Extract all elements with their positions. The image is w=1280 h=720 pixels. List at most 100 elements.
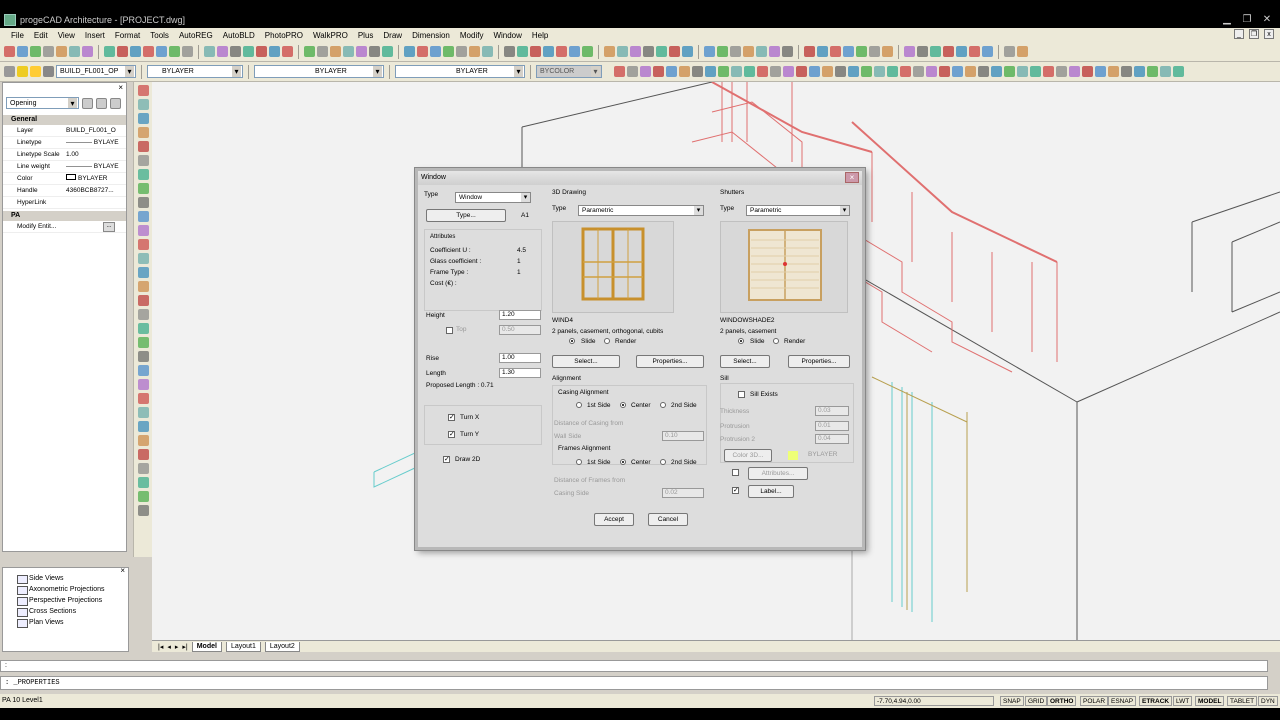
- menu-edit[interactable]: Edit: [29, 31, 53, 40]
- toolbar-tool-icon[interactable]: [82, 46, 93, 57]
- toolbar-tool-icon[interactable]: [614, 66, 625, 77]
- toolbar-tool-icon[interactable]: [669, 46, 680, 57]
- toggle-ortho[interactable]: ORTHO: [1047, 696, 1077, 706]
- prop-value[interactable]: BYLAYER: [63, 173, 126, 184]
- shutters-slide-radio[interactable]: [738, 338, 744, 344]
- toolbar-tool-icon[interactable]: [952, 66, 963, 77]
- toolbar-tool-icon[interactable]: [204, 46, 215, 57]
- draw-tool-icon[interactable]: [138, 225, 149, 236]
- toolbar-tool-icon[interactable]: [1030, 66, 1041, 77]
- wall-side-input[interactable]: 0.10: [662, 431, 704, 441]
- turn-y-checkbox[interactable]: ✓: [448, 431, 455, 438]
- toolbar-tool-icon[interactable]: [882, 46, 893, 57]
- toolbar-tool-icon[interactable]: [604, 46, 615, 57]
- toolbar-tool-icon[interactable]: [1173, 66, 1184, 77]
- toolbar-tool-icon[interactable]: [809, 66, 820, 77]
- label-button[interactable]: Label...: [748, 485, 794, 498]
- menu-photopro[interactable]: PhotoPRO: [260, 31, 308, 40]
- draw-tool-icon[interactable]: [138, 267, 149, 278]
- toolbar-tool-icon[interactable]: [856, 46, 867, 57]
- draw-tool-icon[interactable]: [138, 99, 149, 110]
- toggle-pickadd-icon[interactable]: [82, 97, 93, 109]
- menu-plus[interactable]: Plus: [353, 31, 379, 40]
- doc-minimize-icon[interactable]: _: [1234, 29, 1244, 39]
- lineweight-select[interactable]: BYLAYER: [395, 65, 525, 78]
- drawing3d-slide-radio[interactable]: [569, 338, 575, 344]
- toolbar-tool-icon[interactable]: [643, 46, 654, 57]
- toolbar-tool-icon[interactable]: [69, 46, 80, 57]
- toolbar-tool-icon[interactable]: [679, 66, 690, 77]
- toolbar-tool-icon[interactable]: [796, 66, 807, 77]
- cancel-button[interactable]: Cancel: [648, 513, 688, 526]
- menu-tools[interactable]: Tools: [145, 31, 174, 40]
- draw-tool-icon[interactable]: [138, 505, 149, 516]
- draw-tool-icon[interactable]: [138, 491, 149, 502]
- sill-exists-checkbox[interactable]: [738, 391, 745, 398]
- toolbar-tool-icon[interactable]: [417, 46, 428, 57]
- toolbar-tool-icon[interactable]: [143, 46, 154, 57]
- menu-modify[interactable]: Modify: [455, 31, 489, 40]
- toolbar-tool-icon[interactable]: [343, 46, 354, 57]
- toolbar-tool-icon[interactable]: [704, 46, 715, 57]
- color-select[interactable]: BYLAYER: [147, 65, 243, 78]
- draw-tool-icon[interactable]: [138, 323, 149, 334]
- layer-select[interactable]: BUILD_FL001_OP: [56, 65, 136, 78]
- label-checkbox[interactable]: ✓: [732, 487, 739, 494]
- casing-1st-radio[interactable]: [576, 402, 582, 408]
- draw-tool-icon[interactable]: [138, 141, 149, 152]
- toolbar-tool-icon[interactable]: [1004, 66, 1015, 77]
- toolbar-tool-icon[interactable]: [304, 46, 315, 57]
- general-header[interactable]: General: [3, 115, 126, 125]
- toolbar-tool-icon[interactable]: [913, 66, 924, 77]
- menu-file[interactable]: File: [6, 31, 29, 40]
- toolbar-tool-icon[interactable]: [782, 46, 793, 57]
- layer-manager-icon[interactable]: [4, 66, 15, 77]
- toolbar-tool-icon[interactable]: [1017, 46, 1028, 57]
- toolbar-tool-icon[interactable]: [104, 46, 115, 57]
- tree-item-axonometric[interactable]: Axonometric Projections: [3, 584, 128, 595]
- doc-close-icon[interactable]: x: [1264, 29, 1274, 39]
- close-icon[interactable]: ×: [118, 83, 123, 92]
- toolbar-tool-icon[interactable]: [1108, 66, 1119, 77]
- toolbar-tool-icon[interactable]: [1147, 66, 1158, 77]
- menu-dimension[interactable]: Dimension: [407, 31, 455, 40]
- top-checkbox[interactable]: [446, 327, 453, 334]
- tab-prev-icon[interactable]: ◂: [167, 643, 171, 651]
- toolbar-tool-icon[interactable]: [991, 66, 1002, 77]
- toolbar-tool-icon[interactable]: [482, 46, 493, 57]
- shutters-type-select[interactable]: Parametric: [746, 205, 850, 216]
- toggle-model[interactable]: MODEL: [1195, 696, 1225, 706]
- menu-autoreg[interactable]: AutoREG: [174, 31, 218, 40]
- toolbar-tool-icon[interactable]: [1056, 66, 1067, 77]
- toolbar-tool-icon[interactable]: [382, 46, 393, 57]
- plotstyle-select[interactable]: BYCOLOR: [536, 65, 602, 78]
- menu-window[interactable]: Window: [488, 31, 526, 40]
- toolbar-tool-icon[interactable]: [1043, 66, 1054, 77]
- toolbar-tool-icon[interactable]: [117, 46, 128, 57]
- menu-view[interactable]: View: [53, 31, 80, 40]
- menu-walkpro[interactable]: WalkPRO: [308, 31, 353, 40]
- toolbar-tool-icon[interactable]: [617, 46, 628, 57]
- toolbar-tool-icon[interactable]: [917, 46, 928, 57]
- toolbar-tool-icon[interactable]: [874, 66, 885, 77]
- draw-tool-icon[interactable]: [138, 463, 149, 474]
- toolbar-tool-icon[interactable]: [517, 46, 528, 57]
- toggle-polar[interactable]: POLAR: [1080, 696, 1109, 706]
- draw-tool-icon[interactable]: [138, 211, 149, 222]
- toolbar-tool-icon[interactable]: [783, 66, 794, 77]
- menu-draw[interactable]: Draw: [378, 31, 407, 40]
- draw-tool-icon[interactable]: [138, 337, 149, 348]
- tree-item-perspective[interactable]: Perspective Projections: [3, 595, 128, 606]
- object-type-select[interactable]: Opening: [6, 97, 79, 109]
- toolbar-tool-icon[interactable]: [1095, 66, 1106, 77]
- toolbar-tool-icon[interactable]: [469, 46, 480, 57]
- toolbar-tool-icon[interactable]: [556, 46, 567, 57]
- casing-side-input[interactable]: 0.02: [662, 488, 704, 498]
- sill-color-button[interactable]: Color 3D...: [724, 449, 772, 462]
- toolbar-tool-icon[interactable]: [1004, 46, 1015, 57]
- pa-header[interactable]: PA: [3, 211, 126, 221]
- toolbar-tool-icon[interactable]: [666, 66, 677, 77]
- toolbar-tool-icon[interactable]: [1160, 66, 1171, 77]
- toolbar-tool-icon[interactable]: [653, 66, 664, 77]
- toolbar-tool-icon[interactable]: [504, 46, 515, 57]
